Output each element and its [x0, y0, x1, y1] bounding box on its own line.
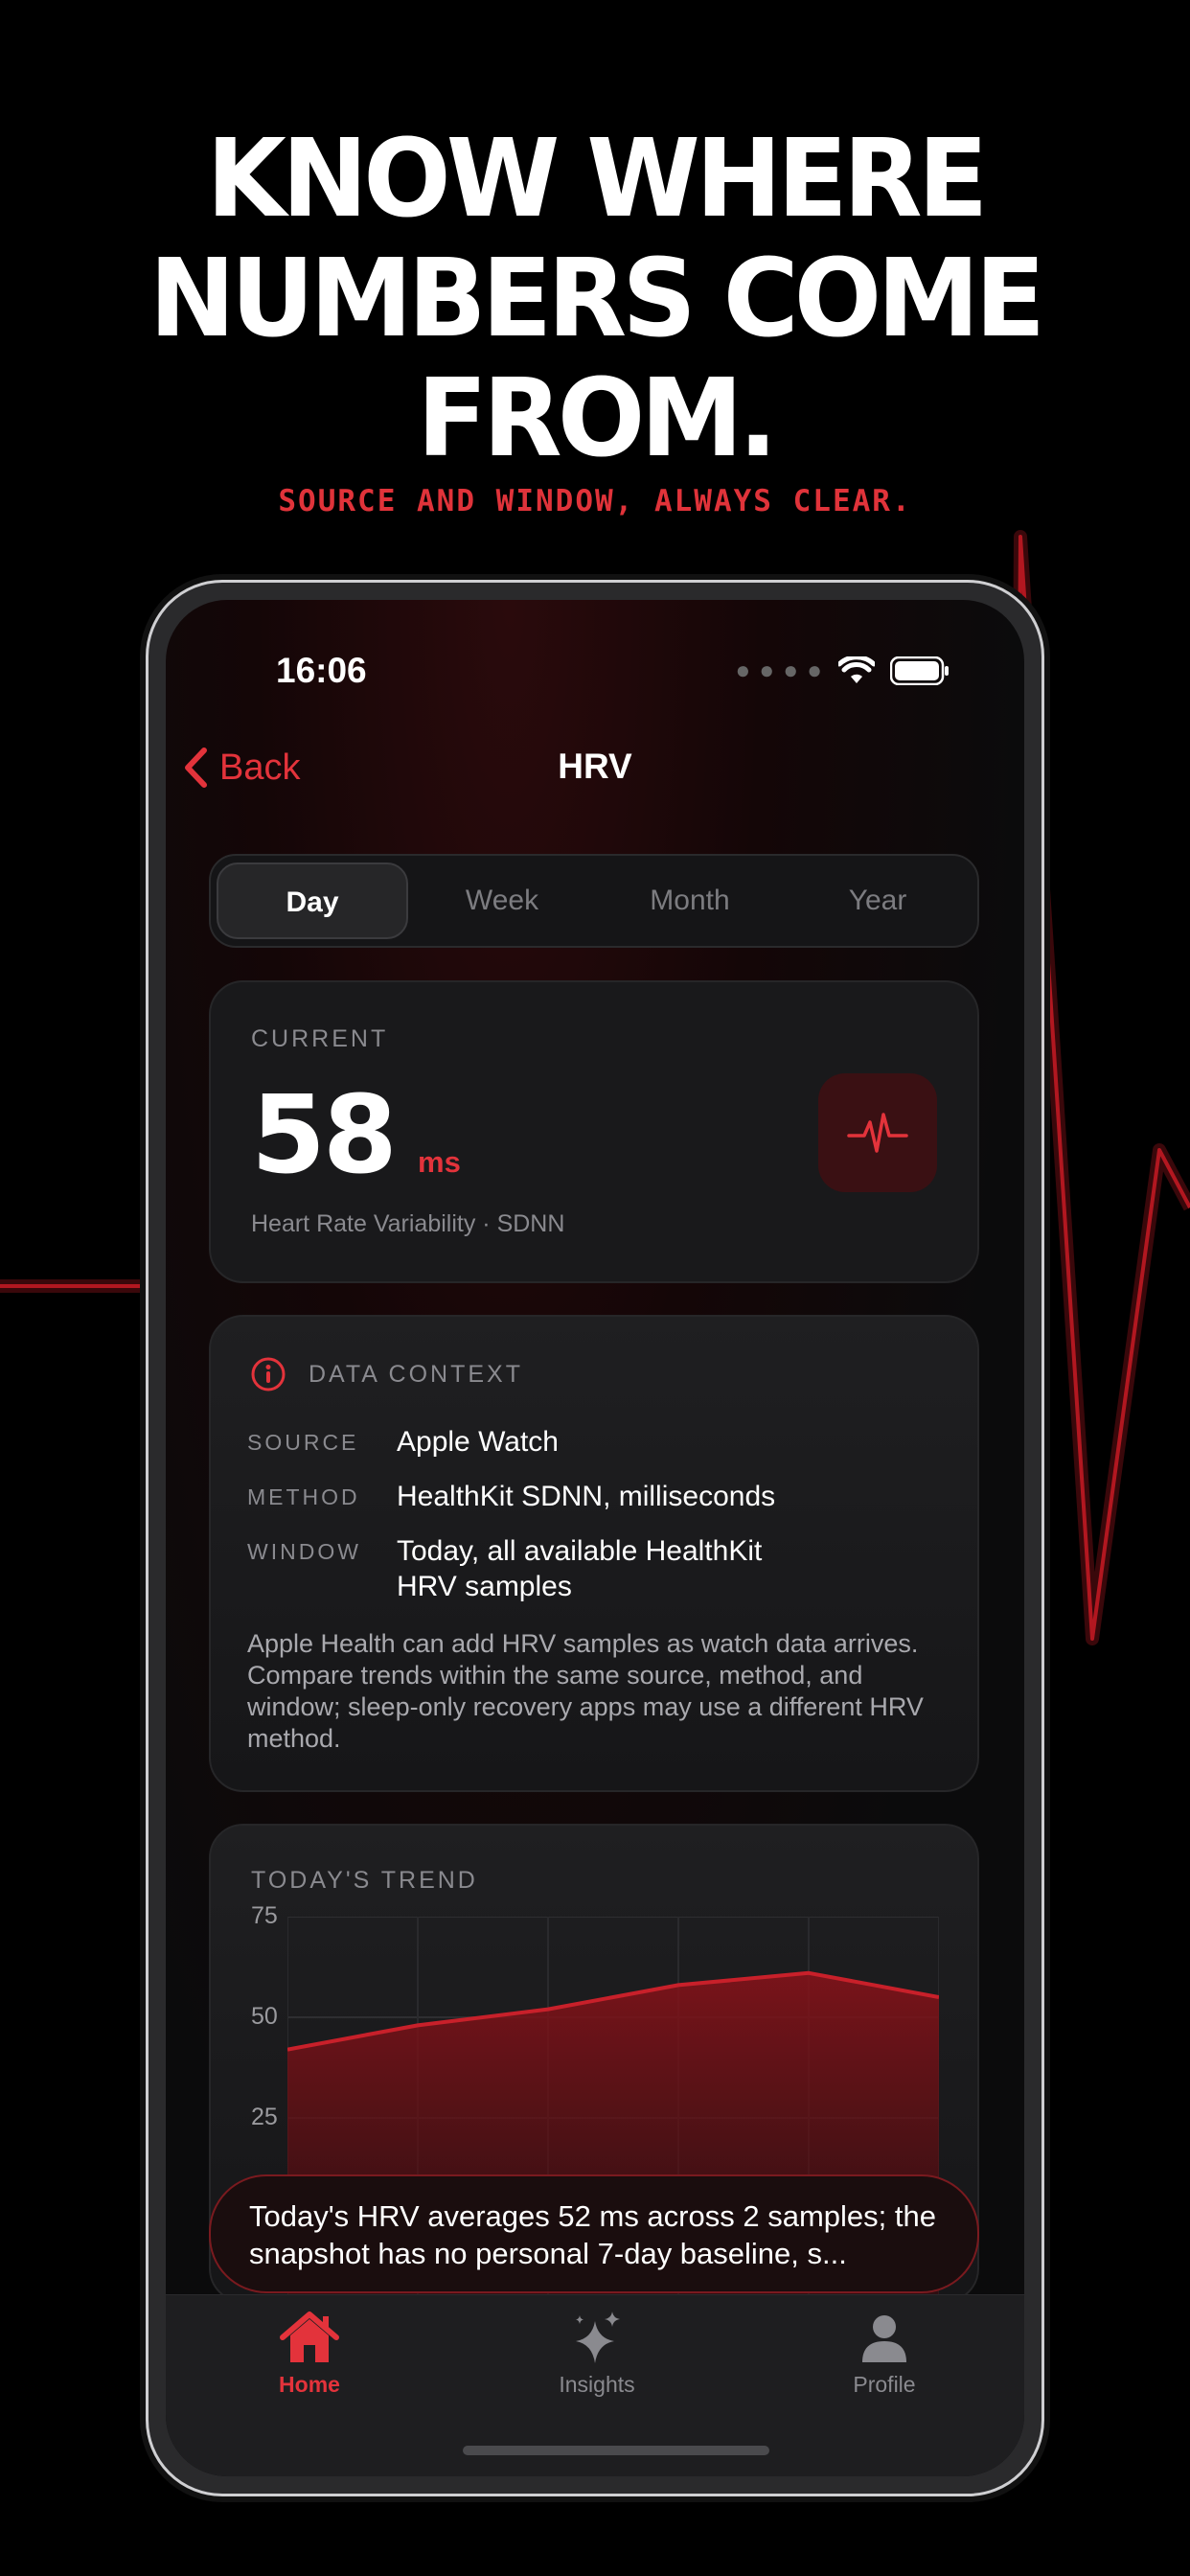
tab-insights[interactable]: Insights [453, 2305, 741, 2398]
context-row-method: METHOD HealthKit SDNN, milliseconds [247, 1479, 799, 1514]
cellular-signal-icon: ● ● ● ● [735, 656, 823, 684]
person-icon [862, 2315, 906, 2362]
battery-icon [890, 656, 949, 685]
context-row-source: SOURCE Apple Watch [247, 1424, 799, 1460]
context-value: Today, all available HealthKit HRV sampl… [397, 1535, 763, 1602]
context-key: WINDOW [247, 1539, 361, 1564]
current-label: CURRENT [251, 1025, 389, 1052]
status-time: 16:06 [276, 651, 367, 690]
headline-line-3: FROM. [417, 356, 777, 481]
context-key: SOURCE [247, 1430, 359, 1455]
pulse-icon [818, 1073, 937, 1192]
page-title: HRV [558, 747, 632, 786]
segment-week[interactable]: Week [408, 862, 596, 939]
current-value: 58 [251, 1073, 398, 1198]
tab-profile[interactable]: Profile [741, 2305, 1024, 2398]
context-value: HealthKit SDNN, milliseconds [397, 1481, 776, 1512]
period-segmented-control: Day Week Month Year [209, 854, 979, 948]
headline-line-1: KNOW WHERE [206, 117, 988, 242]
segment-year[interactable]: Year [784, 862, 972, 939]
phone-screen: 16:06 ● ● ● ● Back HRV Day Week Month Ye… [166, 600, 1024, 2476]
current-unit: ms [418, 1145, 461, 1179]
home-indicator [463, 2446, 769, 2455]
tab-home-label: Home [279, 2372, 340, 2397]
phone-frame: 16:06 ● ● ● ● Back HRV Day Week Month Ye… [146, 580, 1044, 2496]
tab-home[interactable]: Home [166, 2305, 453, 2398]
context-note: Apple Health can add HRV samples as watc… [247, 1629, 924, 1753]
info-icon [251, 1357, 286, 1392]
y-tick-label: 50 [251, 2003, 278, 2030]
context-row-window: WINDOW Today, all available HealthKit HR… [247, 1533, 799, 1604]
wifi-icon [838, 656, 875, 683]
promo-subheadline: SOURCE AND WINDOW, ALWAYS CLEAR. [278, 484, 912, 518]
current-value-card: CURRENT 58 ms Heart Rate Variability · S… [209, 980, 979, 1283]
context-value: Apple Watch [397, 1426, 559, 1458]
segment-month[interactable]: Month [596, 862, 784, 939]
headline-line-2: NUMBERS COME [149, 237, 1045, 361]
promo-headline: KNOW WHERE NUMBERS COME FROM. [24, 120, 1166, 479]
y-tick-label: 25 [251, 2104, 278, 2130]
context-key: METHOD [247, 1484, 360, 1509]
y-tick-label: 75 [251, 1902, 278, 1929]
segment-day[interactable]: Day [217, 862, 408, 939]
data-context-card: DATA CONTEXT SOURCE Apple Watch METHOD H… [209, 1315, 979, 1792]
summary-pill[interactable]: Today's HRV averages 52 ms across 2 samp… [209, 2174, 979, 2293]
trend-title: TODAY'S TREND [251, 1867, 478, 1894]
current-subtitle: Heart Rate Variability · SDNN [251, 1210, 565, 1237]
tab-bar: Home Insights Profile [166, 2294, 1024, 2476]
status-icons: ● ● ● ● [736, 656, 950, 685]
tab-profile-label: Profile [853, 2372, 916, 2397]
sparkles-icon [576, 2312, 620, 2363]
tab-insights-label: Insights [559, 2372, 635, 2397]
house-icon [280, 2312, 339, 2362]
context-title: DATA CONTEXT [309, 1360, 523, 1388]
